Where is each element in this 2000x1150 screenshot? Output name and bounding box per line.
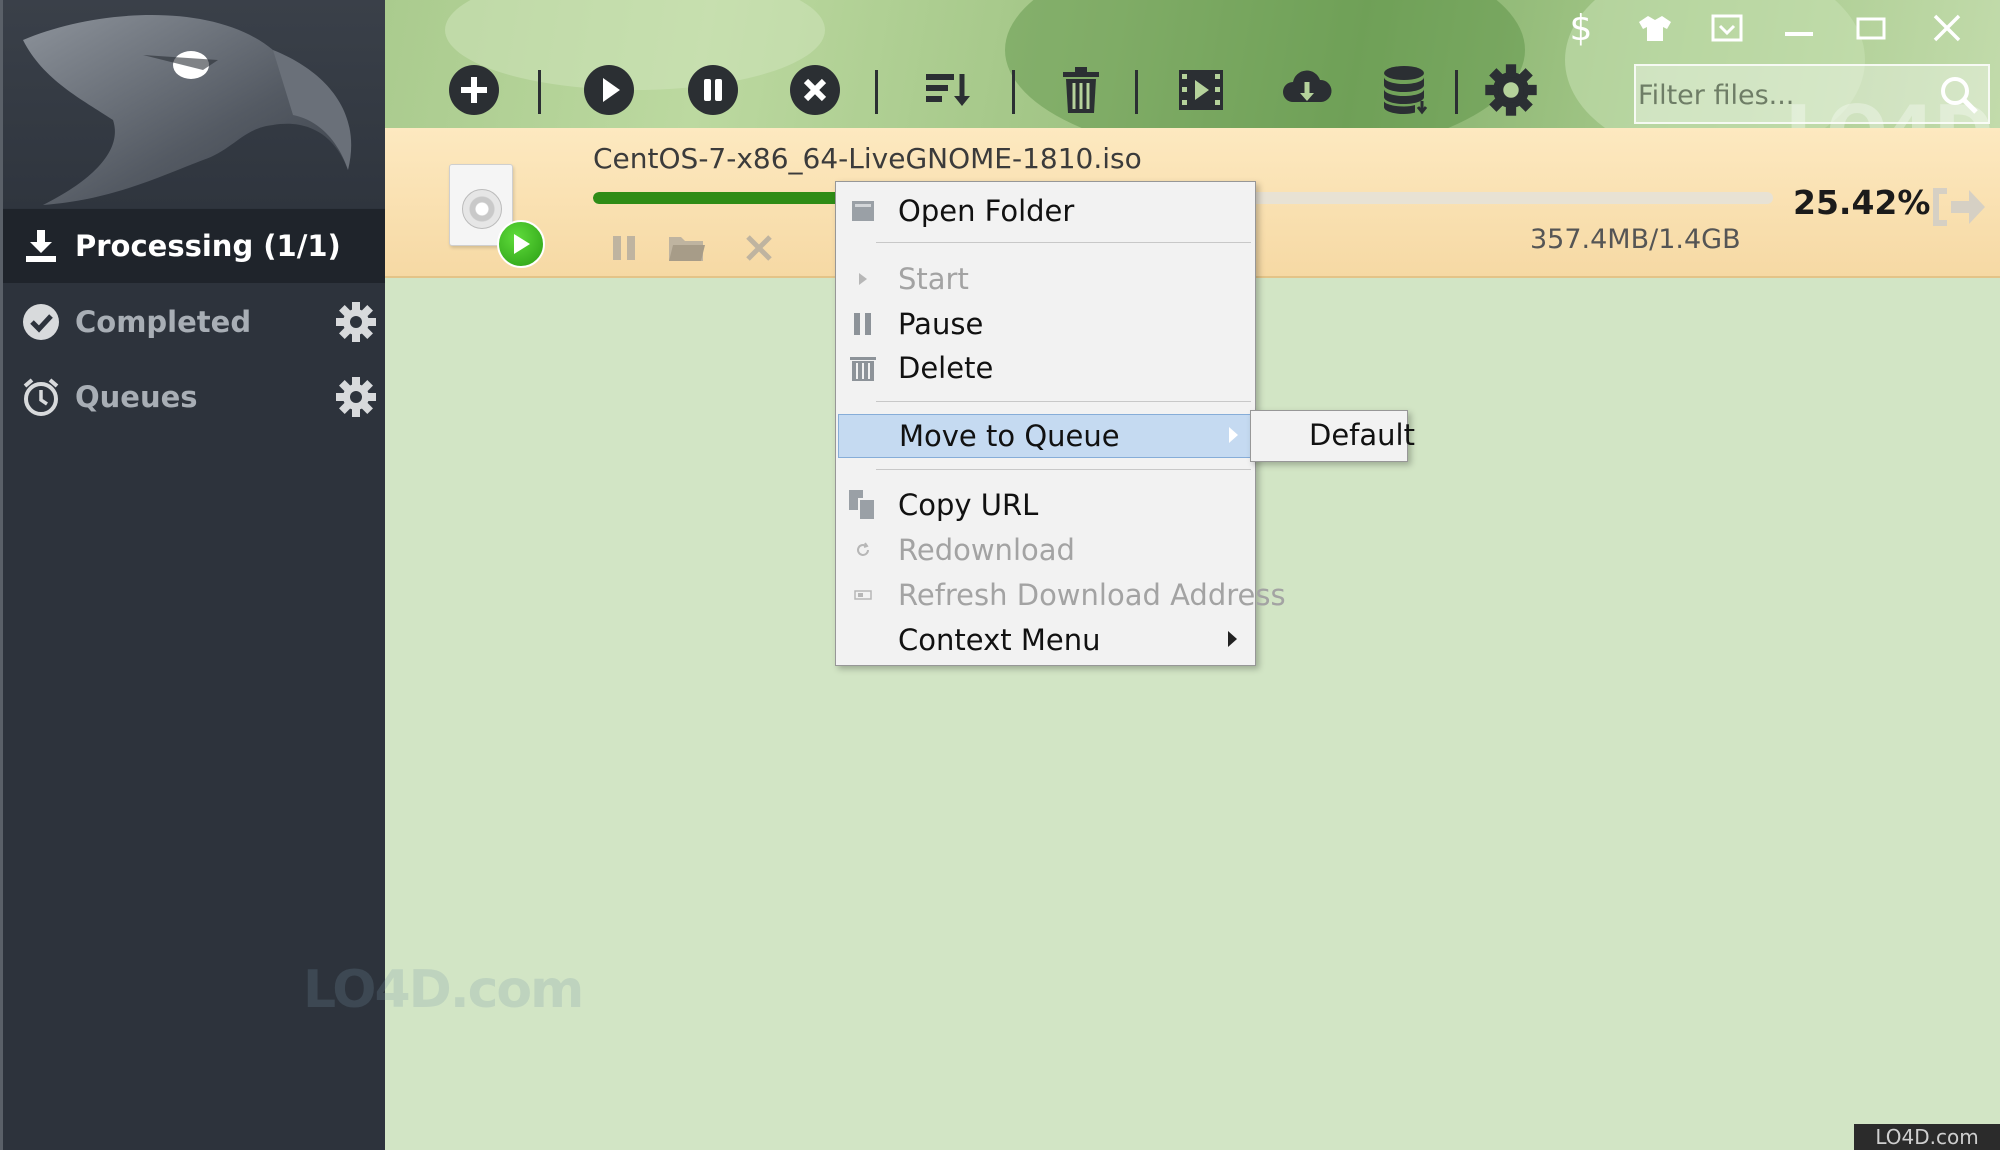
settings-icon: [1485, 64, 1537, 116]
link-icon: [848, 580, 878, 610]
database-button[interactable]: [1378, 62, 1434, 118]
menu-item-copy-url[interactable]: Copy URL: [838, 483, 1253, 527]
pause-icon: [613, 236, 635, 260]
app-logo: [3, 0, 385, 208]
file-name: CentOS-7-x86_64-LiveGNOME-1810.iso: [593, 142, 1142, 175]
close-icon: [1933, 14, 1961, 42]
settings-button[interactable]: [1483, 62, 1539, 118]
sidebar-item-processing[interactable]: Processing (1/1): [3, 209, 385, 283]
pause-icon: [848, 309, 878, 339]
menu-item-redownload[interactable]: Redownload: [838, 528, 1253, 572]
menu-item-refresh-download-address[interactable]: Refresh Download Address: [838, 573, 1286, 617]
folder-icon: [669, 237, 705, 261]
menu-item-pause[interactable]: Pause: [838, 302, 1253, 346]
toolbar-separator: [875, 70, 878, 114]
pause-all-button[interactable]: [685, 62, 741, 118]
sidebar-item-label: Processing (1/1): [75, 229, 341, 263]
corner-watermark: LO4D.com: [1854, 1124, 2000, 1150]
check-circle-icon: [21, 302, 61, 342]
database-icon: [1384, 66, 1428, 115]
menu-separator: [876, 469, 1251, 470]
submenu-item-default[interactable]: Default: [1309, 418, 1415, 452]
toolbar-separator: [538, 70, 541, 114]
menu-separator: [876, 242, 1251, 243]
delete-button[interactable]: [1053, 62, 1109, 118]
folder-icon: [848, 196, 878, 226]
stop-all-button[interactable]: [787, 62, 843, 118]
exit-arrow-icon: [1933, 188, 1985, 226]
pause-icon: [688, 65, 738, 115]
menu-item-context-menu[interactable]: Context Menu: [838, 618, 1253, 662]
row-open-folder-button[interactable]: [665, 226, 709, 270]
progress-percent: 25.42%: [1793, 183, 1931, 222]
eagle-logo-icon: [23, 15, 352, 205]
sidebar: Processing (1/1) Completed Queues LO4D.c…: [0, 0, 584, 1150]
copy-icon: [848, 490, 878, 521]
sidebar-item-queues[interactable]: Queues: [3, 360, 385, 434]
submenu-arrow-icon: [1229, 427, 1238, 443]
menu-item-delete[interactable]: Delete: [838, 346, 1253, 390]
open-file-button[interactable]: [1929, 182, 1989, 232]
context-menu: Open Folder Start Pause Delete Move to Q…: [835, 181, 1286, 666]
video-button[interactable]: [1173, 62, 1229, 118]
stop-icon: [790, 65, 840, 115]
sort-button[interactable]: [920, 62, 976, 118]
size-text: 357.4MB/1.4GB: [1530, 224, 1741, 255]
maximize-icon: [1856, 17, 1886, 40]
minimize-to-tray-button[interactable]: [1705, 8, 1749, 48]
cloud-download-button[interactable]: [1279, 62, 1335, 118]
start-all-button[interactable]: [581, 62, 637, 118]
start-icon: [584, 65, 634, 115]
toolbar-separator: [1012, 70, 1015, 114]
sidebar-watermark: LO4D.com: [303, 960, 584, 1020]
alarm-clock-icon: [21, 377, 61, 417]
add-icon: [449, 65, 499, 115]
minimize-button[interactable]: [1777, 8, 1821, 48]
close-icon: [746, 235, 772, 261]
filter-files-field[interactable]: [1634, 64, 1990, 124]
queue-submenu: Default: [1250, 410, 1415, 462]
submenu-arrow-icon: [1228, 631, 1237, 647]
video-icon: [1179, 70, 1223, 110]
maximize-button[interactable]: [1849, 8, 1893, 48]
play-icon: [848, 264, 878, 294]
download-tray-icon: [21, 226, 61, 266]
sidebar-item-label: Completed: [75, 305, 252, 339]
row-cancel-button[interactable]: [737, 226, 781, 270]
filter-files-input[interactable]: [1638, 68, 1928, 122]
toolbar: LO4D.com $: [385, 0, 2000, 128]
menu-item-move-to-queue[interactable]: Move to Queue: [838, 414, 1253, 458]
toolbar-separator: [1135, 70, 1138, 114]
close-button[interactable]: [1925, 8, 1969, 48]
menu-separator: [876, 401, 1251, 402]
minimize-to-tray-icon: [1711, 14, 1743, 42]
skin-icon: [1639, 16, 1671, 41]
menu-item-start[interactable]: Start: [838, 257, 1253, 301]
completed-settings-gear-icon[interactable]: [335, 301, 377, 343]
search-icon[interactable]: [1936, 72, 1982, 118]
dollar-icon: $: [1569, 7, 1593, 49]
sidebar-item-label: Queues: [75, 380, 198, 414]
menu-item-open-folder[interactable]: Open Folder: [838, 189, 1253, 233]
sidebar-item-completed[interactable]: Completed: [3, 285, 385, 359]
add-button[interactable]: [446, 62, 502, 118]
skin-button[interactable]: [1633, 8, 1677, 48]
minimize-icon: [1785, 32, 1813, 36]
queues-settings-gear-icon[interactable]: [335, 376, 377, 418]
delete-icon: [1063, 67, 1099, 113]
dollar-button[interactable]: $: [1559, 7, 1603, 49]
play-badge-icon[interactable]: [497, 220, 545, 268]
refresh-icon: [848, 535, 878, 565]
cloud-download-icon: [1283, 70, 1332, 102]
toolbar-separator: [1455, 70, 1458, 114]
trash-icon: [848, 353, 878, 383]
row-pause-button[interactable]: [602, 226, 646, 270]
sort-icon: [926, 74, 970, 106]
